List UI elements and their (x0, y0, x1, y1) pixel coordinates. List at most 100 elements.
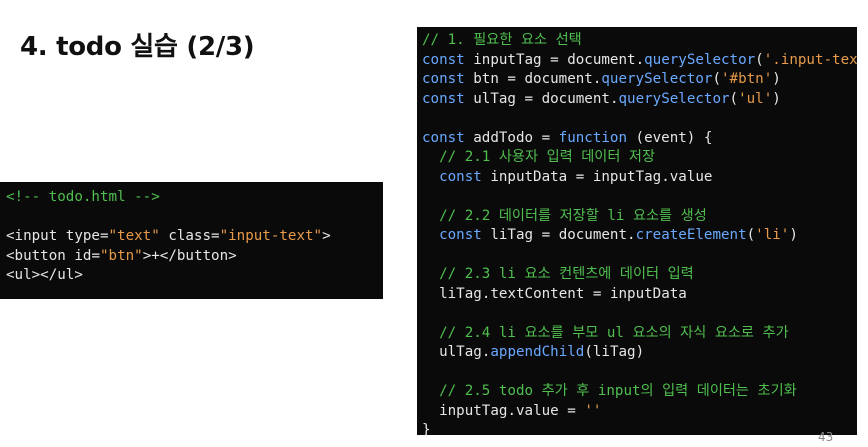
code-string: '.input-text' (763, 51, 857, 68)
page-number: 43 (818, 430, 834, 444)
code-line: <input type="text" class="input-text"> (6, 227, 383, 247)
code-token: = (533, 227, 559, 243)
code-token: inputTag (473, 51, 542, 68)
code-token: ) (635, 344, 645, 360)
code-method: createElement (635, 227, 747, 243)
code-token: = (584, 285, 610, 302)
code-string: 'ul' (738, 90, 773, 107)
code-token: ( (584, 344, 593, 360)
code-token: = (498, 71, 525, 87)
code-comment: // 2.1 사용자 입력 데이터 저장 (422, 149, 656, 165)
code-token: ( (712, 71, 721, 87)
code-token: = (91, 247, 100, 264)
code-token: >+</button> (142, 247, 237, 264)
code-keyword: const (422, 129, 474, 146)
code-token: ) (772, 71, 781, 87)
code-token: inputData (609, 285, 687, 302)
code-token: . (507, 402, 516, 419)
code-keyword: const (422, 168, 491, 185)
code-line: const liTag = document.createElement('li… (422, 226, 857, 246)
code-comment: <!-- todo.html --> (6, 189, 160, 205)
code-token: . (661, 168, 670, 185)
code-token: = (567, 168, 593, 185)
code-token: value (669, 168, 713, 185)
code-token: ulTag (439, 344, 482, 360)
code-token: inputData (490, 168, 568, 185)
code-keyword: const (422, 227, 491, 243)
code-line: const inputData = inputTag.value (422, 168, 857, 188)
code-token: ( (746, 227, 756, 243)
code-token: = (99, 228, 109, 244)
code-keyword: const (422, 51, 474, 68)
code-comment: // 2.2 데이터를 저장할 li 요소를 생성 (422, 207, 707, 224)
code-token: = (541, 51, 568, 68)
code-token: document (541, 90, 610, 107)
code-line: liTag.textContent = inputData (422, 285, 857, 305)
code-token: = (515, 90, 542, 107)
code-line: const addTodo = function (event) { (422, 129, 857, 149)
code-token: type (65, 228, 100, 244)
code-token: ( (729, 90, 739, 107)
code-token: ) (789, 227, 798, 243)
code-keyword: const (422, 90, 474, 107)
js-code-block: // 1. 필요한 요소 선택 const inputTag = document… (417, 27, 857, 435)
code-token: > (322, 228, 331, 244)
code-line: const btn = document.querySelector('#btn… (422, 70, 857, 90)
code-token: <ul></ul> (6, 267, 83, 283)
code-comment: // 1. 필요한 요소 선택 (422, 32, 582, 48)
code-string: '' (584, 402, 602, 419)
code-token: class (168, 228, 212, 244)
code-token: . (627, 227, 636, 243)
code-token: textContent (490, 285, 585, 302)
code-line: <ul></ul> (6, 266, 383, 286)
code-token: addTodo (473, 129, 534, 146)
code-token: value (515, 402, 559, 419)
code-method: querySelector (644, 51, 756, 68)
code-keyword: function (558, 129, 628, 146)
code-line: const inputTag = document.querySelector(… (422, 51, 857, 71)
code-line: <button id="btn">+</button> (6, 247, 383, 267)
code-token: inputTag (439, 402, 508, 419)
code-comment: // 2.3 li 요소 컨텐츠에 데이터 입력 (422, 266, 694, 282)
code-token: document (558, 227, 628, 243)
html-code-block: <!-- todo.html --> <input type="text" cla… (0, 182, 383, 299)
code-token: = (558, 402, 585, 419)
code-keyword: const (422, 71, 474, 87)
code-token: ) (772, 90, 781, 107)
code-method: appendChild (490, 344, 585, 360)
code-token: document (567, 51, 636, 68)
code-string: 'li' (755, 227, 790, 243)
code-string: '#btn' (720, 71, 773, 87)
code-comment: // 2.4 li 요소를 부모 ul 요소의 자식 요소로 추가 (422, 324, 789, 341)
code-token: ulTag (473, 90, 516, 107)
code-token: = (533, 129, 559, 146)
code-token: document (524, 71, 593, 87)
code-token: liTag (592, 344, 636, 360)
code-line: ulTag.appendChild(liTag) (422, 343, 857, 363)
code-token: ( (755, 51, 764, 68)
code-method: querySelector (618, 90, 730, 107)
code-token: . (635, 51, 645, 68)
code-comment: // 2.5 todo 추가 후 input의 입력 데이터는 초기화 (422, 383, 797, 399)
code-token: <input (6, 228, 66, 244)
code-string: "input-text" (219, 228, 323, 244)
code-string: "btn" (99, 247, 143, 264)
code-line: const ulTag = document.querySelector('ul… (422, 90, 857, 110)
code-line: } (422, 422, 431, 435)
code-token: btn (473, 71, 499, 87)
code-string: "text" (108, 228, 160, 244)
code-token: liTag (439, 285, 482, 302)
code-token: = (211, 228, 220, 244)
code-token: (event) { (627, 129, 713, 146)
code-token: inputTag (592, 168, 662, 185)
code-line: inputTag.value = '' (422, 402, 857, 422)
